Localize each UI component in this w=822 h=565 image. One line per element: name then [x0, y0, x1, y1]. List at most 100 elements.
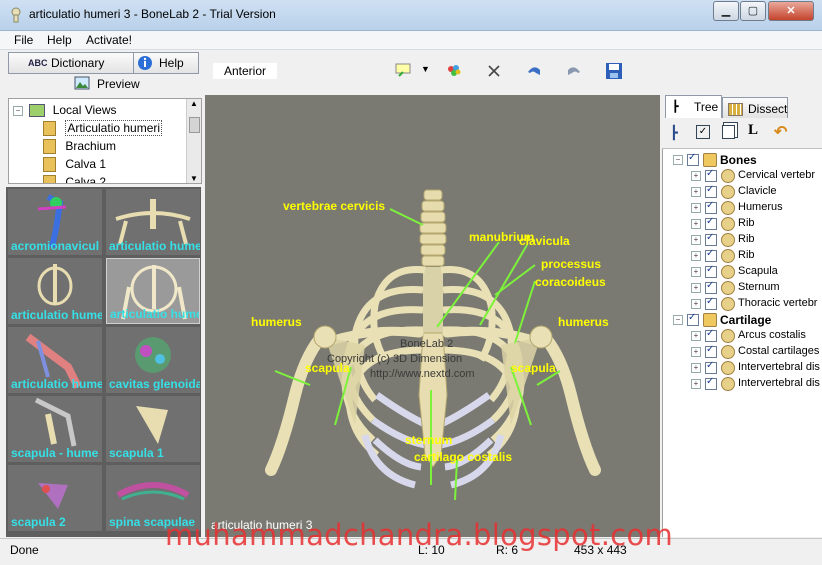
- bone-icon: [721, 377, 735, 391]
- tree-node-articulatio-humeri[interactable]: Articulatio humeri: [43, 120, 163, 137]
- expand-icon[interactable]: +: [691, 187, 701, 197]
- scroll-down-icon[interactable]: ▼: [187, 174, 201, 183]
- thumbnail[interactable]: scapula 1: [106, 396, 200, 462]
- close-icon[interactable]: [483, 60, 505, 82]
- palette-icon[interactable]: [443, 60, 465, 82]
- label-humerus-left: humerus: [251, 315, 302, 329]
- thumbnail[interactable]: cavitas glenoida: [106, 327, 200, 393]
- expand-icon[interactable]: +: [691, 299, 701, 309]
- close-button[interactable]: ✕: [768, 1, 814, 21]
- checkbox[interactable]: [687, 152, 699, 166]
- checkbox[interactable]: [705, 360, 717, 374]
- tree-label: Calva 2: [65, 175, 107, 184]
- folder-icon: [703, 153, 717, 167]
- menu-file[interactable]: File: [14, 33, 33, 47]
- collapse-icon[interactable]: −: [13, 105, 23, 116]
- 3d-viewport[interactable]: BoneLab 2 Copyright (c) 3D Dimension htt…: [205, 95, 660, 537]
- checkbox[interactable]: [705, 200, 717, 214]
- expand-icon[interactable]: +: [691, 283, 701, 293]
- thumbnail-selected[interactable]: articulatio hume: [106, 258, 200, 324]
- checkbox[interactable]: [705, 168, 717, 182]
- expand-icon[interactable]: +: [691, 347, 701, 357]
- tree-item-label: Arcus costalis: [738, 329, 806, 341]
- tree-node-calva-2[interactable]: Calva 2: [43, 175, 107, 184]
- checkbox[interactable]: [705, 264, 717, 278]
- left-panel: ABC Dictionary Help Preview − Local View…: [0, 50, 204, 537]
- tab-dictionary-label: Dictionary: [51, 56, 105, 70]
- checkbox[interactable]: [705, 248, 717, 262]
- tree-node-brachium[interactable]: Brachium: [43, 139, 117, 155]
- tree-node-calva-1[interactable]: Calva 1: [43, 157, 106, 173]
- dropdown-arrow-icon[interactable]: ▼: [421, 64, 430, 74]
- thumbnail[interactable]: articulatio hume: [8, 258, 102, 324]
- expand-icon[interactable]: +: [691, 267, 701, 277]
- viewer-panel: Anterior ▼ BoneLab 2 Copyright (c) 3D Di…: [205, 50, 660, 537]
- expand-icon[interactable]: +: [691, 171, 701, 181]
- label-humerus-right: humerus: [558, 315, 609, 329]
- collapse-icon[interactable]: −: [673, 155, 683, 165]
- expand-tree-icon[interactable]: ┣: [670, 125, 678, 141]
- preview-label: Preview: [97, 77, 140, 91]
- scroll-up-icon[interactable]: ▲: [187, 99, 201, 108]
- redo-icon[interactable]: [563, 60, 585, 82]
- maximize-button[interactable]: ▢: [740, 1, 766, 21]
- app-icon: [11, 7, 21, 23]
- copy-icon[interactable]: [722, 125, 735, 139]
- checkbox[interactable]: [705, 328, 717, 342]
- scroll-thumb[interactable]: [189, 117, 200, 133]
- tree-item-label: Rib: [738, 249, 755, 261]
- menu-help[interactable]: Help: [47, 33, 72, 47]
- bone-icon: [721, 233, 735, 247]
- expand-icon[interactable]: +: [691, 331, 701, 341]
- tree-label: Articulatio humeri: [65, 120, 163, 136]
- watermark: muhammadchandra.blogspot.com: [165, 518, 674, 552]
- humerus-left: [265, 329, 329, 476]
- expand-icon[interactable]: +: [691, 363, 701, 373]
- thumbnail[interactable]: scapula - hume: [8, 396, 102, 462]
- label-icon[interactable]: L: [748, 122, 758, 139]
- check-all-icon[interactable]: ✓: [696, 125, 710, 139]
- reset-icon[interactable]: ↶: [774, 122, 787, 142]
- thumbnail[interactable]: articulatio hume: [106, 189, 200, 255]
- checkbox[interactable]: [705, 376, 717, 390]
- tab-dissect-label: Dissect: [748, 102, 788, 116]
- tree-node-local-views[interactable]: − Local Views: [13, 103, 117, 118]
- expand-icon[interactable]: +: [691, 251, 701, 261]
- expand-icon[interactable]: +: [691, 203, 701, 213]
- tree-item-label: Intervertebral dis: [738, 377, 820, 389]
- highlight-icon[interactable]: [393, 60, 415, 82]
- checkbox[interactable]: [705, 280, 717, 294]
- checkbox[interactable]: [705, 184, 717, 198]
- undo-icon[interactable]: [523, 60, 545, 82]
- bone-icon: [721, 217, 735, 231]
- structure-tree: − Bones + Cervical vertebr + Clavicle + Humerus…: [662, 149, 822, 537]
- thumbnail-label: scapula - hume: [11, 446, 99, 460]
- tab-dictionary[interactable]: ABC Dictionary: [8, 52, 134, 74]
- expand-icon[interactable]: +: [691, 379, 701, 389]
- tree-item-label: Clavicle: [738, 185, 777, 197]
- expand-icon[interactable]: +: [691, 235, 701, 245]
- checkbox[interactable]: [687, 312, 699, 326]
- tree-scrollbar[interactable]: ▲ ▼: [186, 99, 201, 183]
- thumbnail[interactable]: articulatio hume: [8, 327, 102, 393]
- checkbox[interactable]: [705, 296, 717, 310]
- tree-label: Brachium: [65, 139, 117, 153]
- thumbnail[interactable]: acromionavicul: [8, 189, 102, 255]
- expand-icon[interactable]: +: [691, 219, 701, 229]
- tree-item-label: Costal cartilages: [738, 345, 820, 357]
- checkbox[interactable]: [705, 216, 717, 230]
- tab-help[interactable]: Help: [133, 52, 199, 74]
- folder-icon: [703, 313, 717, 327]
- save-icon[interactable]: [603, 60, 625, 82]
- thumbnail[interactable]: scapula 2: [8, 465, 102, 531]
- menu-activate[interactable]: Activate!: [86, 33, 132, 47]
- tab-tree[interactable]: ┣ Tree: [665, 95, 722, 119]
- collapse-icon[interactable]: −: [673, 315, 683, 325]
- view-tab-anterior[interactable]: Anterior: [213, 63, 277, 79]
- tree-item-label: Scapula: [738, 265, 778, 277]
- preview-button[interactable]: Preview: [74, 75, 154, 93]
- checkbox[interactable]: [705, 232, 717, 246]
- minimize-button[interactable]: ▁: [713, 1, 739, 21]
- local-views-tree: − Local Views Articulatio humeri Brachiu…: [8, 98, 202, 184]
- checkbox[interactable]: [705, 344, 717, 358]
